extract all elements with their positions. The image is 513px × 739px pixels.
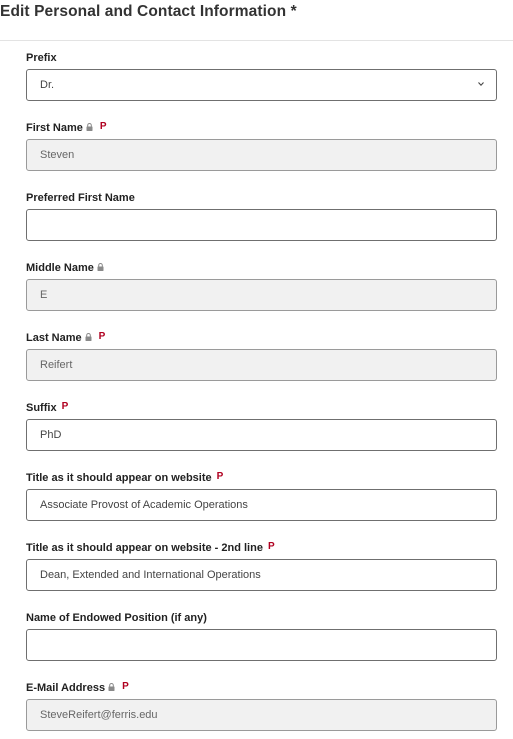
last-name-value: Reifert [40, 359, 73, 371]
suffix-p-badge: P [61, 400, 69, 412]
preferred-first-name-field: Preferred First Name [26, 190, 497, 241]
website-title-2-input[interactable]: Dean, Extended and International Operati… [26, 559, 497, 591]
prefix-field: Prefix Dr. [26, 50, 497, 101]
email-value: SteveReifert@ferris.edu [40, 709, 158, 721]
middle-name-label: Middle Name [26, 262, 94, 274]
middle-name-input[interactable]: E [26, 279, 497, 311]
chevron-down-icon [478, 82, 484, 87]
website-title-2-p-badge: P [267, 540, 275, 552]
title-divider [0, 40, 513, 41]
prefix-label: Prefix [26, 52, 57, 64]
email-input[interactable]: SteveReifert@ferris.edu [26, 699, 497, 731]
website-title-field: Title as it should appear on website P A… [26, 470, 497, 521]
suffix-input[interactable]: PhD [26, 419, 497, 451]
website-title-input[interactable]: Associate Provost of Academic Operations [26, 489, 497, 521]
first-name-label: First Name [26, 122, 83, 134]
first-name-p-badge: P [99, 120, 107, 132]
page-title: Edit Personal and Contact Information * [0, 3, 297, 20]
endowed-position-label: Name of Endowed Position (if any) [26, 612, 207, 624]
first-name-value: Steven [40, 149, 75, 161]
preferred-first-name-input[interactable] [26, 209, 497, 241]
website-title-label: Title as it should appear on website [26, 472, 212, 484]
prefix-select[interactable]: Dr. [26, 69, 497, 101]
website-title-value: Associate Provost of Academic Operations [40, 499, 248, 511]
middle-name-field: Middle Name E [26, 260, 497, 311]
lock-icon [97, 263, 104, 271]
website-title-2-label: Title as it should appear on website - 2… [26, 542, 263, 554]
first-name-field: First Name P Steven [26, 120, 497, 171]
email-label: E-Mail Address [26, 682, 106, 694]
lock-icon [86, 123, 93, 131]
prefix-value: Dr. [40, 79, 55, 91]
preferred-first-name-label: Preferred First Name [26, 192, 135, 204]
endowed-position-input[interactable] [26, 629, 497, 661]
endowed-position-field: Name of Endowed Position (if any) [26, 610, 497, 661]
website-title-2-field: Title as it should appear on website - 2… [26, 540, 497, 591]
middle-name-value: E [40, 289, 48, 301]
suffix-label: Suffix [26, 402, 57, 414]
last-name-field: Last Name P Reifert [26, 330, 497, 381]
lock-icon [108, 683, 115, 691]
website-title-2-value: Dean, Extended and International Operati… [40, 569, 261, 581]
email-p-badge: P [122, 680, 129, 692]
last-name-p-badge: P [98, 330, 106, 342]
email-field: E-Mail Address P SteveReifert@ferris.edu [26, 680, 497, 731]
last-name-label: Last Name [26, 332, 82, 344]
last-name-input[interactable]: Reifert [26, 349, 497, 381]
suffix-field: Suffix P PhD [26, 400, 497, 451]
website-title-p-badge: P [216, 470, 224, 482]
lock-icon [85, 333, 92, 341]
first-name-input[interactable]: Steven [26, 139, 497, 171]
suffix-value: PhD [40, 429, 62, 441]
